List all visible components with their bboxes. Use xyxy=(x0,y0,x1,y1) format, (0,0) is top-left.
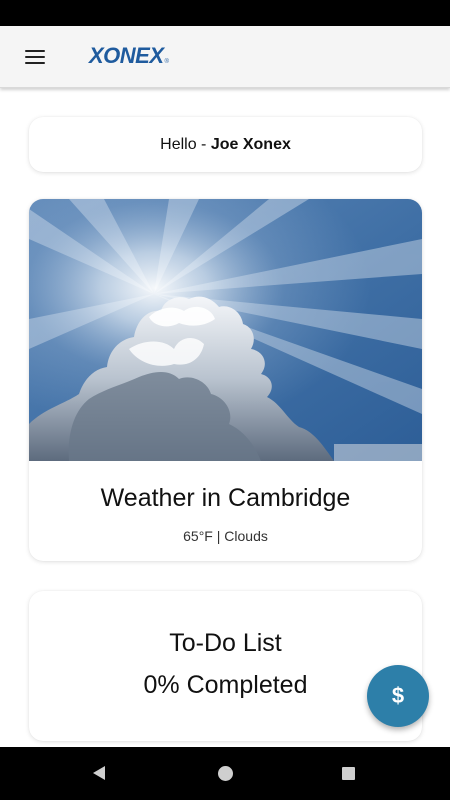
greeting-text: Hello - Joe Xonex xyxy=(160,136,291,154)
system-nav-bar xyxy=(0,747,450,800)
brand-registered-mark: ® xyxy=(164,59,169,65)
status-bar xyxy=(0,0,450,26)
app-screen: XONEX ® Hello - Joe Xonex Weather in Cam… xyxy=(0,0,450,800)
greeting-card: Hello - Joe Xonex xyxy=(29,117,422,172)
user-name: Joe Xonex xyxy=(210,135,291,153)
dollar-icon: $ xyxy=(391,683,405,708)
todo-title: To-Do List xyxy=(169,629,282,657)
greeting-prefix: Hello - xyxy=(160,135,211,153)
app-bar: XONEX ® xyxy=(0,26,450,88)
todo-card[interactable]: To-Do List 0% Completed xyxy=(29,591,422,741)
home-circle-icon[interactable] xyxy=(218,766,233,781)
todo-progress: 0% Completed xyxy=(143,671,308,699)
weather-card[interactable]: Weather in Cambridge 65°F | Clouds xyxy=(29,199,422,561)
weather-title: Weather in Cambridge xyxy=(100,484,351,512)
payment-fab-button[interactable]: $ xyxy=(367,665,429,727)
brand-logo-text: XONEX xyxy=(89,43,164,68)
back-triangle-icon[interactable] xyxy=(92,765,106,781)
menu-button[interactable] xyxy=(14,42,56,72)
hamburger-menu-icon xyxy=(25,50,45,64)
xonex-logo: XONEX ® xyxy=(89,43,169,71)
home-content: Hello - Joe Xonex Weather in Cambridge 6… xyxy=(0,89,450,747)
weather-details: 65°F | Clouds xyxy=(183,528,268,544)
recents-square-icon[interactable] xyxy=(342,767,355,780)
weather-image xyxy=(29,199,422,461)
